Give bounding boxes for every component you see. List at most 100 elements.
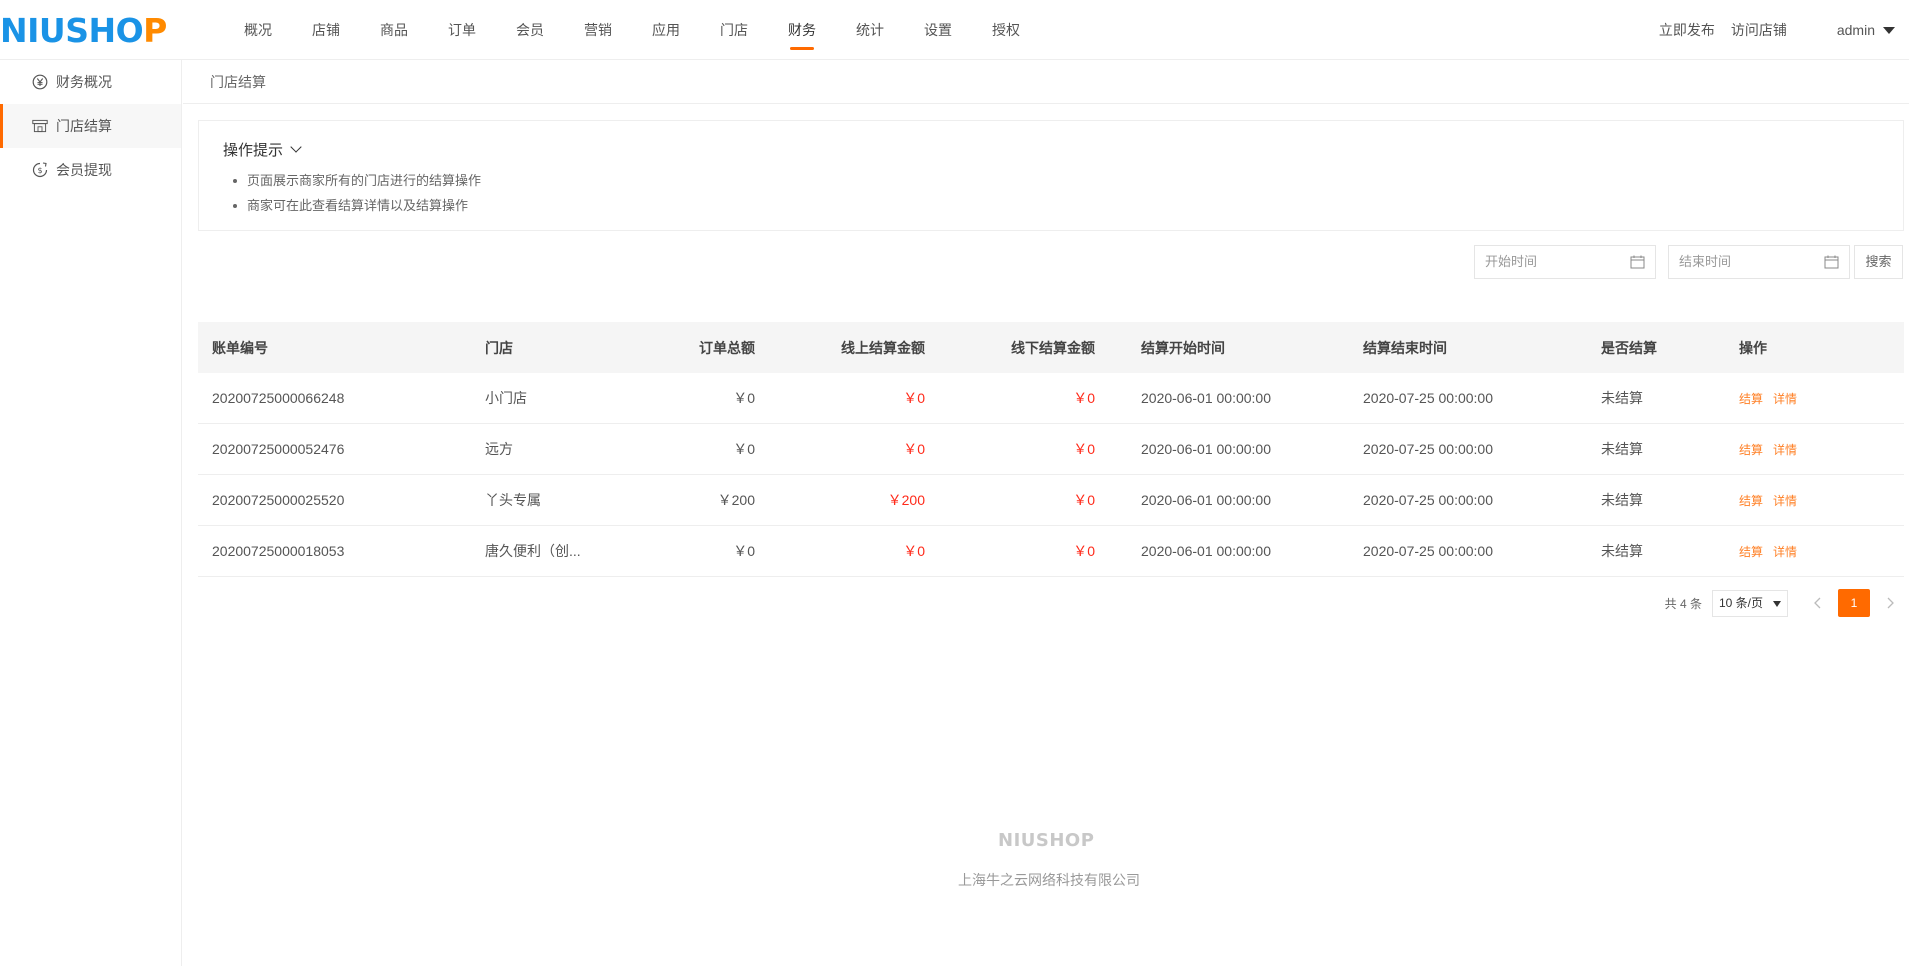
nav-item[interactable]: 财务: [768, 0, 836, 60]
detail-link[interactable]: 详情: [1773, 545, 1797, 559]
bill-number-cell: 20200725000066248: [212, 390, 345, 406]
sidebar-item[interactable]: 门店结算: [0, 104, 181, 148]
end-time-cell: 2020-07-25 00:00:00: [1363, 543, 1493, 559]
nav-item[interactable]: 授权: [972, 0, 1040, 60]
settle-link[interactable]: 结算: [1739, 443, 1763, 457]
table-row: 20200725000025520 丫头专属 ￥200 ￥200 ￥0 2020-06-0…: [198, 475, 1904, 526]
sidebar-item-label: 门店结算: [56, 118, 112, 134]
column-header: 账单编号: [212, 339, 268, 356]
logo-text-a: NIU: [0, 10, 66, 50]
tips-toggle[interactable]: 操作提示: [223, 139, 1879, 160]
tips-list: 页面展示商家所有的门店进行的结算操作 商家可在此查看结算详情以及结算操作: [223, 168, 1879, 218]
operation-tips: 操作提示 页面展示商家所有的门店进行的结算操作 商家可在此查看结算详情以及结算操…: [198, 120, 1904, 231]
svg-text:$: $: [37, 166, 42, 175]
tip-item: 页面展示商家所有的门店进行的结算操作: [231, 168, 1879, 193]
actions-cell: 结算 详情: [1725, 390, 1904, 407]
nav-item[interactable]: 门店: [700, 0, 768, 60]
store-name-cell: 唐久便利（创...: [485, 543, 581, 559]
store-name-cell: 小门店: [485, 390, 527, 406]
user-menu[interactable]: admin: [1837, 22, 1895, 38]
publish-link[interactable]: 立即发布: [1659, 20, 1715, 40]
calendar-icon: [1630, 255, 1645, 269]
order-total-cell: ￥0: [733, 390, 755, 406]
order-total-cell: ￥0: [733, 543, 755, 559]
footer-company: 上海牛之云网络科技有限公司: [958, 872, 1140, 888]
bill-number-cell: 20200725000052476: [212, 441, 345, 457]
table-row: 20200725000018053 唐久便利（创... ￥0 ￥0 ￥0 2020-06-…: [198, 526, 1904, 577]
sidebar-item[interactable]: 财务概况: [0, 60, 181, 104]
detail-link[interactable]: 详情: [1773, 392, 1797, 406]
page-button-current[interactable]: 1: [1838, 589, 1870, 617]
detail-link[interactable]: 详情: [1773, 494, 1797, 508]
column-header: 线上结算金额: [841, 339, 925, 356]
offline-amount-cell: ￥0: [1073, 492, 1095, 508]
nav-item[interactable]: 设置: [904, 0, 972, 60]
column-header: 订单总额: [699, 339, 755, 356]
nav-item[interactable]: 会员: [496, 0, 564, 60]
settle-status-cell: 未结算: [1601, 441, 1643, 457]
logo-text-b: SHO: [65, 10, 144, 50]
next-page-icon[interactable]: [1876, 589, 1904, 617]
column-header: 结算开始时间: [1141, 339, 1225, 356]
nav-item[interactable]: 营销: [564, 0, 632, 60]
tips-title: 操作提示: [223, 142, 284, 159]
prev-page-icon[interactable]: [1804, 589, 1832, 617]
offline-amount-cell: ￥0: [1073, 543, 1095, 559]
actions-cell: 结算 详情: [1725, 492, 1904, 509]
page-size-value: 10 条/页: [1719, 595, 1764, 610]
store-icon: [32, 118, 48, 134]
page-size-select[interactable]: 10 条/页: [1712, 589, 1788, 617]
nav-item[interactable]: 商品: [360, 0, 428, 60]
caret-down-icon: [1883, 26, 1895, 34]
yen-circle-icon: [32, 74, 48, 90]
offline-amount-cell: ￥0: [1073, 441, 1095, 457]
start-time-cell: 2020-06-01 00:00:00: [1141, 390, 1271, 406]
top-header: NIU SHO P 概况 店铺 商品 订单 会员 营销 应用 门店 财务 统计 设置 授权 立即发布 访问…: [0, 0, 1909, 60]
settle-status-cell: 未结算: [1601, 492, 1643, 508]
sidebar-item[interactable]: $ 会员提现: [0, 148, 181, 192]
logo-text-c: P: [143, 10, 167, 50]
order-total-cell: ￥200: [717, 492, 755, 508]
order-total-cell: ￥0: [733, 441, 755, 457]
end-time-placeholder: 结束时间: [1679, 254, 1732, 269]
end-time-input[interactable]: 结束时间: [1668, 245, 1850, 279]
settle-link[interactable]: 结算: [1739, 545, 1763, 559]
start-time-cell: 2020-06-01 00:00:00: [1141, 441, 1271, 457]
tip-item: 商家可在此查看结算详情以及结算操作: [231, 193, 1879, 218]
start-time-cell: 2020-06-01 00:00:00: [1141, 492, 1271, 508]
visit-store-link[interactable]: 访问店铺: [1731, 20, 1787, 40]
nav-item[interactable]: 订单: [428, 0, 496, 60]
niushop-logo[interactable]: NIU SHO P: [0, 10, 167, 50]
start-time-placeholder: 开始时间: [1485, 254, 1538, 269]
settle-link[interactable]: 结算: [1739, 392, 1763, 406]
chevron-down-icon: [290, 141, 302, 153]
sidebar: 财务概况门店结算 $ 会员提现: [0, 60, 182, 966]
nav-item[interactable]: 店铺: [292, 0, 360, 60]
sidebar-item-label: 财务概况: [56, 74, 112, 90]
sidebar-item-label: 会员提现: [56, 162, 112, 178]
start-time-input[interactable]: 开始时间: [1474, 245, 1656, 279]
search-button[interactable]: 搜索: [1854, 245, 1903, 279]
column-header: 结算结束时间: [1363, 339, 1447, 356]
nav-item[interactable]: 概况: [224, 0, 292, 60]
end-time-cell: 2020-07-25 00:00:00: [1363, 441, 1493, 457]
store-name-cell: 远方: [485, 441, 513, 457]
withdraw-icon: $: [32, 162, 48, 178]
detail-link[interactable]: 详情: [1773, 443, 1797, 457]
pagination: 共 4 条 10 条/页 1: [1665, 589, 1904, 617]
column-header: 操作: [1739, 339, 1767, 356]
table-header: 账单编号 门店 订单总额 线上结算金额 线下结算金额 结算开始时间 结算结束时间 是否结算 操作: [198, 322, 1904, 373]
online-amount-cell: ￥200: [887, 492, 925, 508]
total-count: 共 4 条: [1664, 596, 1702, 611]
settle-link[interactable]: 结算: [1739, 494, 1763, 508]
nav-item[interactable]: 应用: [632, 0, 700, 60]
bill-number-cell: 20200725000018053: [212, 543, 345, 559]
online-amount-cell: ￥0: [903, 441, 925, 457]
bill-number-cell: 20200725000025520: [212, 492, 345, 508]
username: admin: [1836, 22, 1875, 38]
column-header: 线下结算金额: [1011, 339, 1095, 356]
column-header: 是否结算: [1601, 339, 1657, 356]
nav-item[interactable]: 统计: [836, 0, 904, 60]
footer-logo: NIUSHOP: [998, 830, 1095, 851]
main-nav: 概况 店铺 商品 订单 会员 营销 应用 门店 财务 统计 设置 授权: [224, 0, 1040, 60]
